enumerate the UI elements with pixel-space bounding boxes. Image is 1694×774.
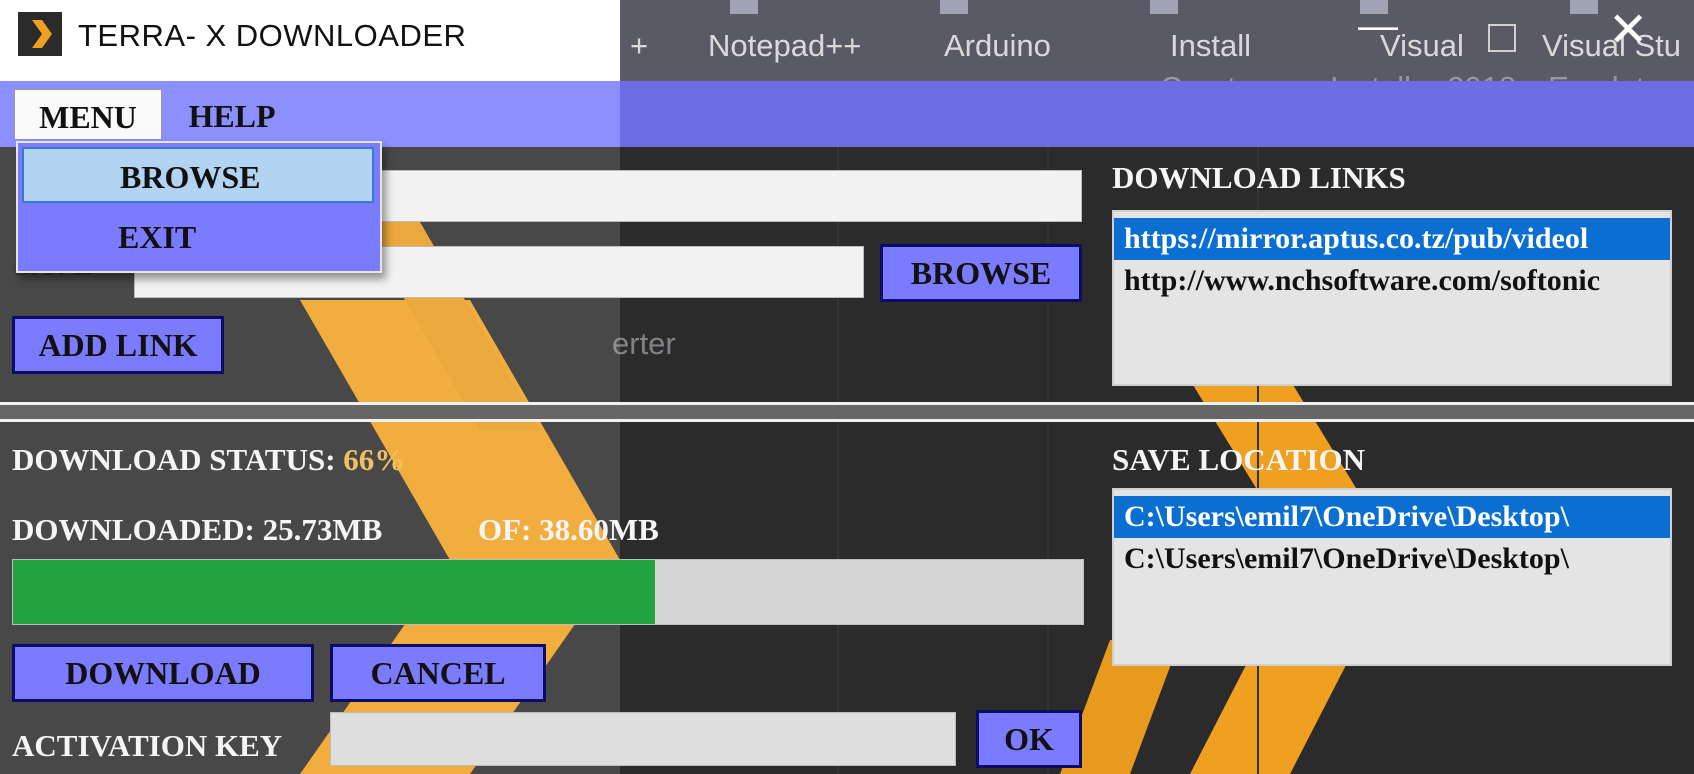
download-links-heading: DOWNLOAD LINKS xyxy=(1112,160,1406,195)
list-item[interactable]: C:\Users\emil7\OneDrive\Desktop\ xyxy=(1114,496,1670,538)
cancel-button[interactable]: CANCEL xyxy=(330,644,546,702)
of-label: OF: xyxy=(478,512,532,547)
download-progress-bar xyxy=(12,559,1084,625)
downloaded-label: DOWNLOADED: xyxy=(12,512,255,547)
desktop-label: + xyxy=(630,28,649,63)
list-item[interactable]: https://mirror.aptus.co.tz/pub/videol xyxy=(1114,218,1670,260)
list-item[interactable]: C:\Users\emil7\OneDrive\Desktop\ xyxy=(1114,538,1670,580)
ok-button[interactable]: OK xyxy=(976,710,1082,768)
download-status: DOWNLOAD STATUS: 66% xyxy=(12,442,405,478)
section-divider xyxy=(0,402,1694,422)
desktop-label: Arduino xyxy=(944,28,1051,63)
close-icon[interactable]: ✕ xyxy=(1608,2,1648,58)
browse-button[interactable]: BROWSE xyxy=(880,244,1082,302)
desktop-label: Install xyxy=(1170,28,1251,63)
total-size-info: OF: 38.60MB xyxy=(478,512,659,548)
download-status-percent: 66% xyxy=(343,442,406,477)
total-size-value: 38.60MB xyxy=(539,512,659,547)
window-title: TERRA- X DOWNLOADER xyxy=(78,18,467,53)
desktop-label: erter xyxy=(612,326,676,361)
desktop-label: Notepad++ xyxy=(708,28,862,63)
app-logo-icon xyxy=(18,12,62,56)
list-item[interactable]: http://www.nchsoftware.com/softonic xyxy=(1114,260,1670,302)
download-button[interactable]: DOWNLOAD xyxy=(12,644,314,702)
download-links-list[interactable]: https://mirror.aptus.co.tz/pub/videol ht… xyxy=(1112,210,1672,386)
menu-dropdown: BROWSE EXIT xyxy=(16,141,382,273)
add-link-button[interactable]: ADD LINK xyxy=(12,316,224,374)
activation-key-input[interactable] xyxy=(330,712,956,766)
menu-item-exit[interactable]: EXIT xyxy=(22,209,374,265)
progress-fill xyxy=(13,560,655,624)
link-input[interactable] xyxy=(380,170,1082,222)
downloaded-value: 25.73MB xyxy=(262,512,383,547)
activation-key-label: ACTIVATION KEY xyxy=(12,728,283,763)
menu-tab-help[interactable]: HELP xyxy=(172,89,292,139)
menu-item-browse[interactable]: BROWSE xyxy=(22,147,374,203)
menu-tab-menu[interactable]: MENU xyxy=(14,89,162,139)
minimize-icon[interactable]: — xyxy=(1358,4,1398,49)
maximize-icon[interactable] xyxy=(1488,24,1516,52)
downloaded-info: DOWNLOADED: 25.73MB xyxy=(12,512,382,548)
save-location-heading: SAVE LOCATION xyxy=(1112,442,1365,477)
download-status-label: DOWNLOAD STATUS: xyxy=(12,442,336,477)
save-location-list[interactable]: C:\Users\emil7\OneDrive\Desktop\ C:\User… xyxy=(1112,488,1672,666)
